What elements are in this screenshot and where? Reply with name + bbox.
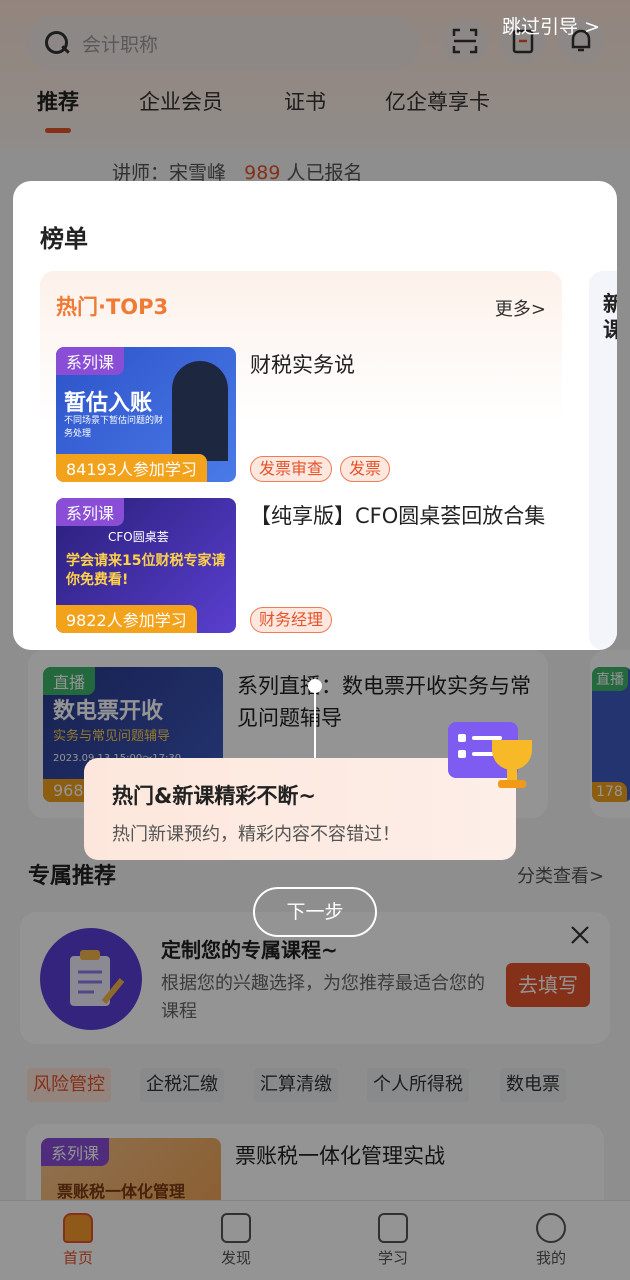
tooltip-title: 热门&新课精彩不断~ [112,784,316,808]
hot-top3-title: 热门·TOP3 [56,295,169,319]
course-tags: 发票审查 发票 [250,456,398,482]
thumb-brand: CFO圆桌荟 [108,530,169,544]
thumb-subline: 不同场景下暂估问题的财务处理 [64,416,164,439]
course-thumbnail: 系列课 暂估入账 不同场景下暂估问题的财务处理 84193人参加学习 [56,347,236,482]
learner-count: 9822人参加学习 [56,605,197,633]
ranking-title: 榜单 [40,225,88,253]
ranking-item[interactable]: 系列课 暂估入账 不同场景下暂估问题的财务处理 84193人参加学习 财税实务说… [56,347,546,482]
guide-dot [308,679,322,693]
ranking-more-link[interactable]: 更多> [495,295,546,321]
course-tag[interactable]: 财务经理 [250,607,333,633]
course-tag[interactable]: 发票 [340,456,391,482]
new-course-card-peek[interactable]: 新课 [589,271,617,650]
course-title: 财税实务说 [250,353,355,377]
ranking-item[interactable]: 系列课 CFO圆桌荟 学会请来15位财税专家请你免费看! 9822人参加学习 【… [56,498,546,633]
guide-tooltip: 热门&新课精彩不断~ 热门新课预约，精彩内容不容错过！ [84,722,532,860]
learner-count: 84193人参加学习 [56,454,207,482]
series-tag: 系列课 [56,347,125,375]
thumb-headline: 学会请来15位财税专家请你免费看! [66,553,226,588]
next-step-button[interactable]: 下一步 [253,887,377,937]
lecturer-photo [172,361,228,461]
hot-top3-card[interactable]: 热门·TOP3 更多> 系列课 暂估入账 不同场景下暂估问题的财务处理 8419… [40,271,562,650]
ranking-panel: 榜单 热门·TOP3 更多> 系列课 暂估入账 不同场景下暂估问题的财务处理 8… [13,181,617,650]
guide-connector [314,686,316,760]
course-title: 【纯享版】CFO圆桌荟回放合集 [250,504,546,528]
skip-guide-button[interactable]: 跳过引导 > [502,12,600,39]
course-tags: 财务经理 [250,607,340,633]
trophy-icon [444,710,544,800]
course-thumbnail: 系列课 CFO圆桌荟 学会请来15位财税专家请你免费看! 9822人参加学习 [56,498,236,633]
series-tag: 系列课 [56,498,125,526]
course-tag[interactable]: 发票审查 [250,456,333,482]
tooltip-subtitle: 热门新课预约，精彩内容不容错过！ [112,824,400,845]
new-course-peek-title: 新课 [603,292,617,342]
